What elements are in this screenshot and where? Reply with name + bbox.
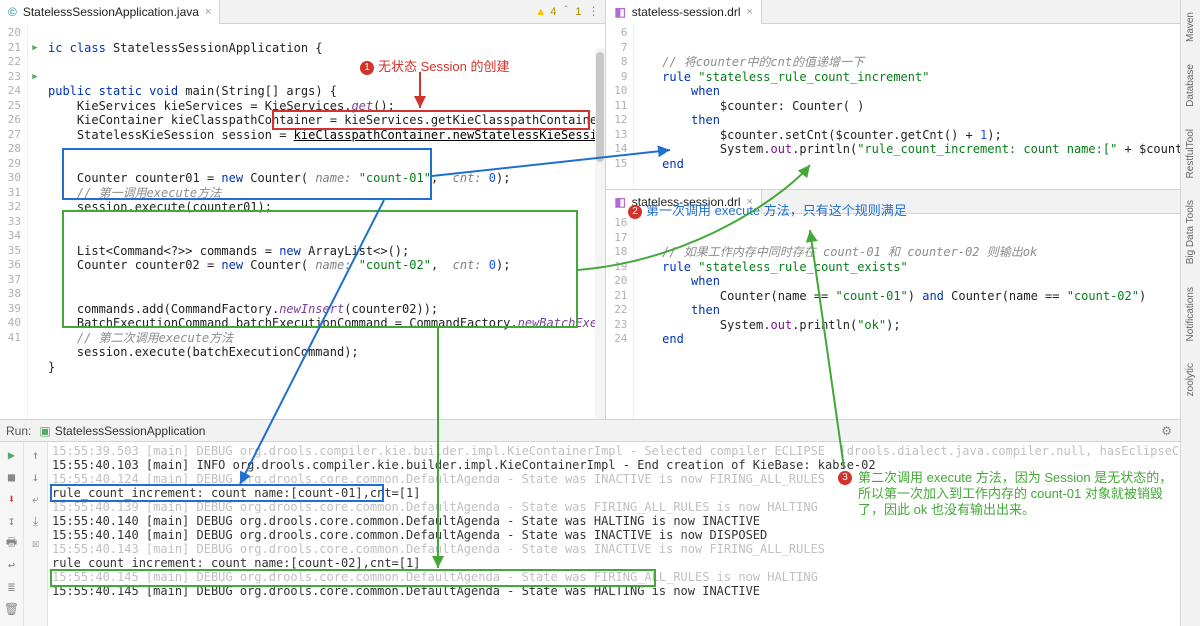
rerun-icon[interactable]: ▶ [3, 446, 21, 464]
stop-icon[interactable]: ■ [3, 468, 21, 486]
settings-icon[interactable]: ⚙ [1161, 424, 1172, 438]
filter-icon[interactable]: ≣ [3, 578, 21, 596]
run-gutter: ▶▶ [28, 24, 42, 419]
tool-bigdata[interactable]: Big Data Tools [1185, 196, 1196, 268]
tab-drl-file-bottom[interactable]: ◧ stateless-session.drl × [606, 190, 762, 214]
print-icon[interactable]: 🖶 [3, 534, 21, 552]
right-top-tab-bar: ◧ stateless-session.drl × ⋮ [606, 0, 1200, 24]
soft-wrap-icon[interactable]: ⤶ [27, 490, 45, 508]
tool-notifications[interactable]: Notifications [1185, 283, 1196, 345]
line-number-gutter: 161718192021222324 [606, 214, 634, 419]
run-title: StatelessSessionApplication [55, 424, 206, 438]
up-icon[interactable]: ↑ [27, 446, 45, 464]
right-bottom-tab-bar: ◧ stateless-session.drl × ⋮ [606, 190, 1200, 214]
scroll-icon[interactable]: ↧ [3, 512, 21, 530]
close-icon[interactable]: × [747, 196, 753, 208]
line-number-gutter: 2021222324252627282930313233343536373839… [0, 24, 28, 419]
wrap-icon[interactable]: ↩ [3, 556, 21, 574]
warning-icon: ▲ [535, 6, 546, 18]
run-label: Run: [6, 424, 31, 438]
close-icon[interactable]: × [747, 6, 753, 18]
tab-drl-file-top[interactable]: ◧ stateless-session.drl × [606, 0, 762, 24]
java-file-icon: © [8, 5, 17, 19]
delete-icon[interactable]: 🗑 [3, 600, 21, 618]
scroll-end-icon[interactable]: ⤓ [27, 512, 45, 530]
exit-icon[interactable]: ⬇ [3, 490, 21, 508]
tab-filename: StatelessSessionApplication.java [23, 5, 199, 19]
down-icon[interactable]: ↓ [27, 468, 45, 486]
run-config-icon: ▣ [39, 424, 50, 438]
line-number-gutter: 6789101112131415 [606, 24, 634, 189]
close-icon[interactable]: × [205, 6, 211, 18]
right-tool-strip: Maven Database RestfulTool Big Data Tool… [1180, 0, 1200, 626]
drools-file-icon: ◧ [614, 195, 625, 209]
clear-icon[interactable]: ☒ [27, 534, 45, 552]
tab-java-file[interactable]: © StatelessSessionApplication.java × [0, 0, 220, 24]
drools-file-icon: ◧ [614, 5, 625, 19]
left-editor[interactable]: ic class StatelessSessionApplication { p… [42, 24, 605, 419]
tool-zoolytic[interactable]: zoolytic [1185, 359, 1196, 400]
vertical-scrollbar[interactable] [595, 48, 605, 419]
right-top-editor[interactable]: // 将counter中的cnt的值递增一下 rule "stateless_r… [634, 24, 1200, 189]
tool-maven[interactable]: Maven [1185, 8, 1196, 46]
run-tool-header: Run: ▣ StatelessSessionApplication ⚙ — [0, 420, 1200, 442]
right-bottom-editor[interactable]: // 如果工作内存中同时存在 count-01 和 counter-02 则输出… [634, 214, 1200, 419]
left-tab-bar: © StatelessSessionApplication.java × ▲ 4… [0, 0, 605, 24]
tool-restful[interactable]: RestfulTool [1185, 125, 1196, 182]
tool-database[interactable]: Database [1185, 60, 1196, 111]
run-toolbar-2: ↑ ↓ ⤶ ⤓ ☒ [24, 442, 48, 626]
console-output[interactable]: 15:55:39.503 [main] DEBUG org.drools.com… [48, 442, 1200, 626]
run-toolbar: ▶ ■ ⬇ ↧ 🖶 ↩ ≣ 🗑 [0, 442, 24, 626]
inspections-widget[interactable]: ▲ 4 ＾ 1 [535, 4, 581, 20]
tab-more-icon[interactable]: ⋮ [587, 4, 599, 18]
